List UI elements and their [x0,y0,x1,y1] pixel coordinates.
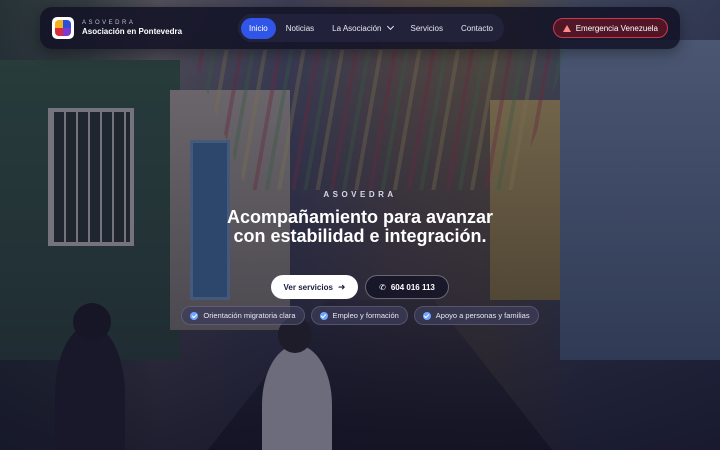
chevron-down-icon [386,22,394,31]
chip-orientacion: Orientación migratoria clara [181,306,305,325]
chip-empleo: Empleo y formación [310,306,408,325]
brand[interactable]: ASOVEDRA Asociación en Pontevedra [52,17,237,39]
hero-headline: Acompañamiento para avanzar con estabili… [0,208,720,246]
nav-item-la-asociacion[interactable]: La Asociación [324,18,400,39]
ver-servicios-button[interactable]: Ver servicios ➜ [271,275,358,299]
brand-name: Asociación en Pontevedra [82,27,183,36]
brand-tagline: ASOVEDRA [82,20,136,26]
ver-servicios-label: Ver servicios [283,282,333,292]
top-navbar: ASOVEDRA Asociación en Pontevedra Inicio… [40,7,680,49]
chip-apoyo: Apoyo a personas y familias [413,306,539,325]
cta-row: Ver servicios ➜ ✆ 604 016 113 [0,275,720,299]
hero-headline-line2: con estabilidad e integración. [233,226,487,246]
phone-label: 604 016 113 [390,282,435,292]
nav-item-inicio[interactable]: Inicio [241,17,276,39]
main-menu: Inicio Noticias La Asociación Servicios … [238,14,504,42]
phone-icon: ✆ [379,282,386,292]
phone-button[interactable]: ✆ 604 016 113 [365,275,449,299]
nav-item-noticias[interactable]: Noticias [278,18,322,39]
hero-kicker: ASOVEDRA [323,190,397,199]
arrow-right-icon: ➜ [337,281,346,292]
hero-headline-line1: Acompañamiento para avanzar [226,207,494,227]
check-circle-icon [422,311,431,320]
warning-icon [562,24,571,32]
nav-item-label: La Asociación [332,23,382,33]
check-circle-icon [190,311,199,320]
chip-label: Empleo y formación [332,311,399,320]
check-circle-icon [319,311,328,320]
chip-label: Orientación migratoria clara [203,311,296,320]
nav-item-contacto[interactable]: Contacto [453,18,501,39]
brand-text: ASOVEDRA Asociación en Pontevedra [82,20,182,36]
hero-section: ASOVEDRA Asociación en Pontevedra Inicio… [0,0,720,450]
nav-item-servicios[interactable]: Servicios [403,18,451,39]
emergency-label: Emergencia Venezuela [575,23,658,33]
logo-icon [52,17,74,39]
hero-content: ASOVEDRA Acompañamiento para avanzar con… [0,190,720,325]
emergency-venezuela-button[interactable]: Emergencia Venezuela [552,18,668,38]
chip-label: Apoyo a personas y familias [435,311,530,320]
feature-chips: Orientación migratoria clara Empleo y fo… [0,306,720,325]
